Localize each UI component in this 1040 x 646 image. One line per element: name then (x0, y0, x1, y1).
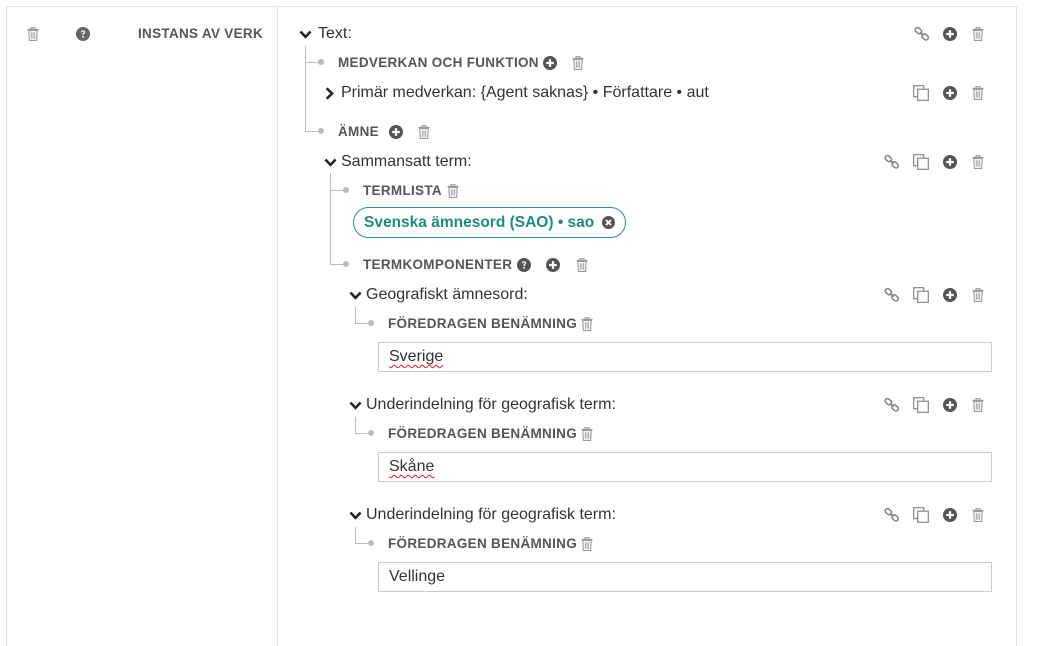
trash-icon[interactable] (972, 288, 984, 302)
trash-icon[interactable] (972, 27, 984, 41)
tree-line (355, 417, 356, 434)
column-divider (277, 6, 278, 646)
input-value: Skåne (389, 458, 435, 475)
copy-icon[interactable] (913, 85, 929, 101)
tree-line (355, 307, 356, 324)
add-icon[interactable] (546, 258, 560, 272)
tree-line (305, 62, 319, 63)
tree-node-dot (368, 430, 374, 436)
field-label: FÖREDRAGEN BENÄMNING (388, 316, 578, 331)
input-value: Sverige (389, 348, 444, 365)
copy-icon[interactable] (913, 287, 929, 303)
trash-icon[interactable] (972, 508, 984, 522)
add-icon[interactable] (543, 56, 557, 70)
help-icon[interactable] (517, 258, 531, 272)
tree-line (305, 46, 306, 132)
entity-type-label: INSTANS AV VERK (138, 26, 264, 41)
preferred-label-input[interactable]: Vellinge (378, 562, 992, 592)
medverkan-label: MEDVERKAN OCH FUNKTION (338, 55, 539, 70)
copy-icon[interactable] (913, 397, 929, 413)
component-header: Underindelning för geografisk term: (366, 506, 616, 523)
trash-icon[interactable] (576, 258, 588, 272)
trash-icon[interactable] (447, 184, 459, 198)
trash-icon[interactable] (972, 86, 984, 100)
trash-icon[interactable] (581, 537, 593, 551)
add-icon[interactable] (389, 125, 403, 139)
termlista-chip-label: Svenska ämnesord (SAO) • sao (364, 213, 595, 231)
link-icon[interactable] (914, 26, 930, 42)
chevron-down-icon[interactable] (299, 28, 312, 46)
termkomponenter-label: TERMKOMPONENTER (363, 257, 513, 272)
help-icon[interactable] (76, 27, 90, 41)
tree-node-dot (318, 59, 324, 65)
input-value: Vellinge (389, 568, 446, 585)
add-icon[interactable] (943, 398, 957, 412)
copy-icon[interactable] (913, 507, 929, 523)
link-icon[interactable] (884, 287, 900, 303)
tree-line (330, 190, 344, 191)
chevron-down-icon[interactable] (324, 156, 337, 174)
termlista-label: TERMLISTA (363, 183, 442, 198)
tree-node-dot (368, 320, 374, 326)
copy-icon[interactable] (913, 154, 929, 170)
trash-icon[interactable] (972, 155, 984, 169)
amne-label: ÄMNE (338, 124, 379, 139)
tree-line (305, 131, 319, 132)
tree-line (355, 527, 356, 544)
link-icon[interactable] (884, 507, 900, 523)
link-icon[interactable] (884, 397, 900, 413)
field-label: FÖREDRAGEN BENÄMNING (388, 426, 578, 441)
text-header: Text: (318, 25, 352, 42)
trash-icon[interactable] (972, 398, 984, 412)
component-header: Underindelning för geografisk term: (366, 396, 616, 413)
tree-line (330, 264, 344, 265)
tree-node-dot (368, 540, 374, 546)
add-icon[interactable] (943, 155, 957, 169)
trash-icon[interactable] (572, 56, 584, 70)
trash-icon[interactable] (26, 26, 39, 41)
add-icon[interactable] (943, 288, 957, 302)
component-header: Geografiskt ämnesord: (366, 286, 528, 303)
tree-line (330, 173, 331, 265)
tree-node-dot (318, 128, 324, 134)
add-icon[interactable] (943, 27, 957, 41)
chevron-down-icon[interactable] (349, 509, 362, 527)
add-icon[interactable] (943, 86, 957, 100)
chevron-down-icon[interactable] (349, 289, 362, 307)
remove-icon[interactable] (602, 216, 615, 229)
trash-icon[interactable] (581, 317, 593, 331)
tree-line (355, 433, 369, 434)
sammansatt-header: Sammansatt term: (341, 153, 472, 170)
termlista-chip[interactable]: Svenska ämnesord (SAO) • sao (353, 207, 627, 238)
preferred-label-input[interactable]: Skåne (378, 452, 992, 482)
link-icon[interactable] (884, 154, 900, 170)
preferred-label-input[interactable]: Sverige (378, 342, 992, 372)
chevron-down-icon[interactable] (349, 399, 362, 417)
trash-icon[interactable] (581, 427, 593, 441)
tree-node-dot (343, 187, 349, 193)
tree-node-dot (343, 261, 349, 267)
primar-medverkan-item[interactable]: Primär medverkan: {Agent saknas} • Förfa… (341, 84, 709, 102)
tree-line (355, 323, 369, 324)
trash-icon[interactable] (418, 125, 430, 139)
field-label: FÖREDRAGEN BENÄMNING (388, 536, 578, 551)
chevron-right-icon[interactable] (323, 87, 336, 105)
tree-line (355, 543, 369, 544)
add-icon[interactable] (943, 508, 957, 522)
